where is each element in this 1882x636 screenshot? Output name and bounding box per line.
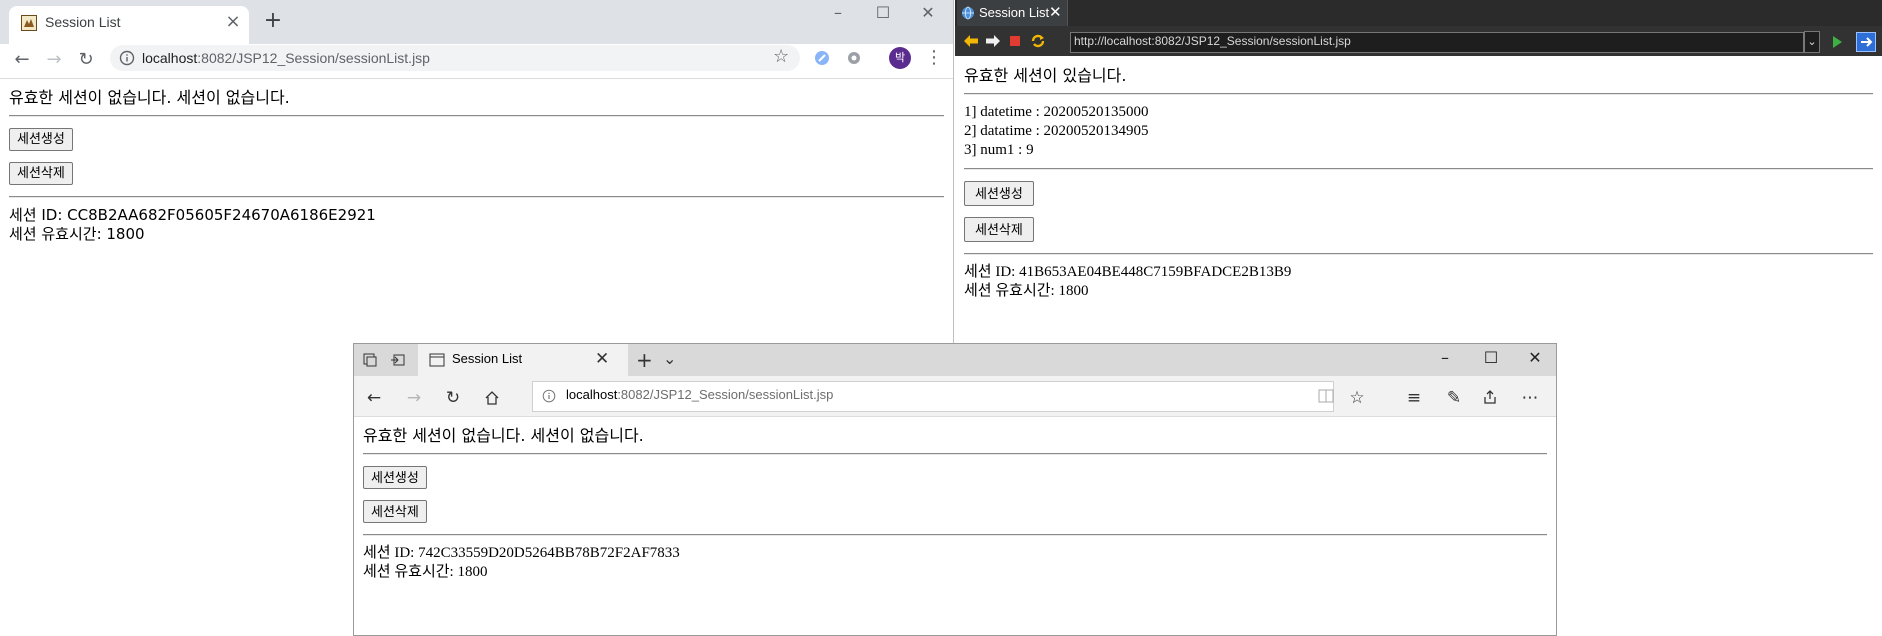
delete-session-button[interactable]: 세션삭제: [964, 217, 1034, 242]
back-arrow-icon[interactable]: ←: [10, 48, 34, 72]
reading-view-icon[interactable]: [1318, 389, 1334, 403]
edge-window: Session List ✕ + ⌄ – ☐ ✕ ← → ↻ localhost…: [353, 343, 1557, 636]
share-icon[interactable]: [1482, 389, 1498, 405]
eclipse-url[interactable]: http://localhost:8082/JSP12_Session/sess…: [1074, 34, 1351, 48]
reload-icon[interactable]: ↻: [74, 48, 98, 72]
session-timeout: 세션 유효시간: 1800: [363, 564, 488, 580]
divider: [964, 253, 1873, 255]
refresh-icon[interactable]: [1030, 33, 1046, 49]
edge-page: 유효한 세션이 없습니다. 세션이 없습니다. 세션생성 세션삭제 세션 ID:…: [354, 416, 1556, 582]
divider: [964, 93, 1873, 95]
stop-icon[interactable]: [1009, 35, 1021, 47]
create-session-button[interactable]: 세션생성: [964, 181, 1034, 206]
url-dropdown-icon[interactable]: ⌄: [1804, 31, 1820, 53]
favorite-star-icon[interactable]: ☆: [1345, 387, 1369, 409]
home-icon[interactable]: [484, 390, 500, 406]
close-tab-icon[interactable]: ×: [223, 12, 243, 32]
close-tab-icon[interactable]: ✕: [595, 349, 609, 369]
info-icon[interactable]: [542, 389, 556, 403]
forward-arrow-icon[interactable]: →: [42, 48, 66, 72]
close-window-icon[interactable]: ✕: [914, 4, 942, 24]
maximize-icon[interactable]: ☐: [869, 4, 897, 24]
url-path: :8082/JSP12_Session/sessionList.jsp: [197, 50, 430, 66]
close-window-icon[interactable]: ✕: [1518, 348, 1552, 370]
tab-preview-chevron-icon[interactable]: ⌄: [663, 349, 676, 368]
session-attribute: 2] datatime : 20200520134905: [964, 123, 1149, 139]
notes-pen-icon[interactable]: ✎: [1442, 387, 1466, 409]
url-host: localhost: [566, 387, 618, 402]
go-icon[interactable]: [1830, 35, 1844, 49]
session-message: 유효한 세션이 없습니다. 세션이 없습니다.: [363, 426, 644, 445]
url-host: localhost: [142, 50, 198, 66]
back-arrow-icon[interactable]: ←: [362, 387, 386, 409]
reload-icon[interactable]: ↻: [441, 387, 465, 409]
session-message: 유효한 세션이 있습니다.: [964, 66, 1127, 85]
forward-arrow-icon[interactable]: →: [402, 387, 426, 409]
divider: [9, 196, 944, 198]
extension-icon[interactable]: [814, 50, 830, 66]
star-icon[interactable]: ☆: [773, 46, 789, 67]
session-timeout: 세션 유효시간: 1800: [964, 283, 1089, 299]
favorites-hub-icon[interactable]: ≡: [1402, 387, 1426, 409]
page-icon: [429, 353, 445, 367]
settings-extension-icon[interactable]: [846, 50, 862, 66]
back-arrow-icon[interactable]: [963, 34, 979, 48]
divider: [964, 168, 1873, 170]
set-aside-tabs-icon[interactable]: [390, 352, 406, 368]
eclipse-page: 유효한 세션이 있습니다. 1] datetime : 202005201350…: [955, 56, 1882, 301]
globe-icon: [962, 6, 974, 20]
delete-session-button[interactable]: 세션삭제: [9, 162, 73, 185]
session-id: 세션 ID: 41B653AE04BE448C7159BFADCE2B13B9: [964, 264, 1292, 280]
chrome-page: 유효한 세션이 없습니다. 세션이 없습니다. 세션생성 세션삭제 세션 ID:…: [0, 78, 953, 244]
chrome-url[interactable]: localhost:8082/JSP12_Session/sessionList…: [142, 50, 430, 66]
url-path: :8082/JSP12_Session/sessionList.jsp: [617, 387, 834, 402]
session-message: 유효한 세션이 없습니다. 세션이 없습니다.: [9, 88, 290, 107]
tab-overview-icon[interactable]: [362, 352, 378, 368]
session-attribute: 1] datetime : 20200520135000: [964, 104, 1149, 120]
minimize-icon[interactable]: –: [1428, 348, 1462, 370]
divider: [9, 115, 944, 117]
chrome-tab[interactable]: Session List ×: [9, 6, 249, 44]
delete-session-button[interactable]: 세션삭제: [363, 500, 427, 523]
create-session-button[interactable]: 세션생성: [9, 128, 73, 151]
new-tab-icon[interactable]: +: [262, 10, 284, 33]
create-session-button[interactable]: 세션생성: [363, 466, 427, 489]
session-timeout: 세션 유효시간: 1800: [9, 225, 145, 243]
more-menu-icon[interactable]: ⋮: [925, 48, 943, 68]
session-id: 세션 ID: 742C33559D20D5264BB78B72F2AF7833: [363, 545, 680, 561]
chrome-tab-title: Session List: [45, 14, 121, 30]
session-attribute: 3] num1 : 9: [964, 142, 1034, 158]
new-tab-icon[interactable]: +: [636, 348, 653, 372]
edge-url[interactable]: localhost:8082/JSP12_Session/sessionList…: [566, 387, 833, 402]
eclipse-tabbar: [955, 0, 1882, 26]
edge-tab-title: Session List: [452, 351, 523, 366]
minimize-icon[interactable]: –: [824, 4, 852, 24]
close-tab-icon[interactable]: ✕: [1049, 3, 1062, 21]
external-browser-icon[interactable]: [1856, 32, 1876, 52]
profile-avatar[interactable]: 박: [889, 47, 911, 69]
info-icon[interactable]: [119, 50, 135, 66]
tomcat-favicon-icon: [21, 15, 37, 31]
divider: [363, 534, 1547, 536]
session-id: 세션 ID: CC8B2AA682F05605F24670A6186E2921: [9, 206, 376, 224]
divider: [363, 453, 1547, 455]
eclipse-tab-title: Session List: [979, 5, 1050, 20]
forward-arrow-icon[interactable]: [985, 34, 1001, 48]
more-menu-icon[interactable]: ⋯: [1518, 387, 1542, 409]
eclipse-tab[interactable]: Session List ✕: [957, 0, 1068, 26]
maximize-icon[interactable]: ☐: [1474, 348, 1508, 370]
